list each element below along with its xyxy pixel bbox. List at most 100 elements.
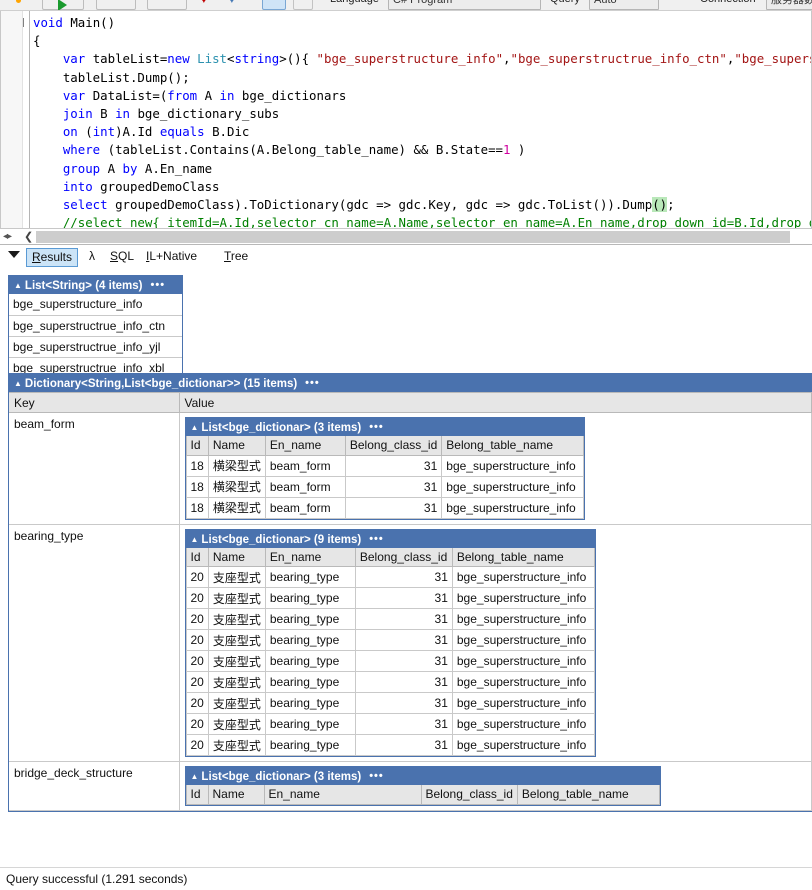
split-arrows-icon[interactable]: ◂▸	[3, 231, 11, 243]
collapse-caret-icon[interactable]	[8, 251, 20, 258]
tab--[interactable]: λ	[85, 248, 99, 265]
column-header-name[interactable]: Name	[208, 785, 264, 804]
columns-icon[interactable]	[293, 0, 313, 10]
cell-belong_table_name: bge_superstructure_info	[452, 714, 594, 735]
column-header-belong_class_id[interactable]: Belong_class_id	[345, 436, 441, 455]
dictionary-key: bearing_type	[9, 524, 179, 762]
dictionary-column-value[interactable]: Value	[179, 393, 812, 413]
dictionary-title: Dictionary<String,List<bge_dictionar>> (…	[25, 378, 297, 390]
dictionary-column-key[interactable]: Key	[9, 393, 179, 413]
column-header-en_name[interactable]: En_name	[264, 785, 421, 804]
code-token: groupedDemoClass).ToDictionary(gdc => gd…	[108, 197, 653, 212]
grid-icon[interactable]	[262, 0, 286, 10]
collapse-triangle-icon[interactable]: ▲	[14, 375, 22, 393]
inner-header-row: IdNameEn_nameBelong_class_idBelong_table…	[186, 785, 659, 804]
cancel-button[interactable]	[147, 0, 187, 10]
inner-list-panel: ▲List<bge_dictionar> (3 items)•••IdNameE…	[185, 417, 586, 520]
scrollbar-thumb[interactable]	[36, 231, 790, 243]
table-row[interactable]: 20支座型式bearing_type31bge_superstructure_i…	[186, 672, 594, 693]
code-line: select groupedDemoClass).ToDictionary(gd…	[23, 196, 811, 214]
table-row[interactable]: 18横梁型式beam_form31bge_superstructure_info	[186, 476, 584, 497]
cell-id: 18	[186, 497, 208, 518]
table-row[interactable]: 20支座型式bearing_type31bge_superstructure_i…	[186, 567, 594, 588]
more-options-icon[interactable]: •••	[151, 276, 166, 294]
cell-en_name: beam_form	[265, 455, 345, 476]
cell-id: 20	[186, 567, 208, 588]
collapse-triangle-icon[interactable]: ▲	[191, 531, 199, 549]
column-header-belong_table_name[interactable]: Belong_table_name	[517, 785, 659, 804]
results-pane[interactable]: ▲List<String> (4 items)••• bge_superstru…	[0, 270, 812, 840]
column-header-en_name[interactable]: En_name	[265, 436, 345, 455]
dictionary-header-row: KeyValue	[9, 393, 812, 413]
column-header-name[interactable]: Name	[208, 548, 265, 567]
table-row[interactable]: bridge_deck_structure▲List<bge_dictionar…	[9, 762, 812, 811]
more-options-icon[interactable]: •••	[369, 530, 384, 548]
collapse-triangle-icon[interactable]: ▲	[191, 419, 199, 437]
language-select[interactable]: C# Program	[388, 0, 541, 10]
table-row[interactable]: beam_form▲List<bge_dictionar> (3 items)•…	[9, 413, 812, 525]
cell-en_name: bearing_type	[265, 588, 355, 609]
cell-en_name: beam_form	[265, 497, 345, 518]
table-row[interactable]: 18横梁型式beam_form31bge_superstructure_info	[186, 497, 584, 518]
editor-horizontal-scrollbar[interactable]: ◂▸ ❮	[0, 229, 812, 245]
tab-sql[interactable]: SQL	[106, 248, 138, 265]
column-header-id[interactable]: Id	[186, 785, 208, 804]
table-row[interactable]: 20支座型式bearing_type31bge_superstructure_i…	[186, 735, 594, 756]
inner-list-header[interactable]: ▲List<bge_dictionar> (3 items)•••	[186, 418, 585, 436]
more-options-icon[interactable]: •••	[369, 767, 384, 785]
cell-en_name: bearing_type	[265, 651, 355, 672]
column-header-belong_table_name[interactable]: Belong_table_name	[442, 436, 584, 455]
column-header-belong_table_name[interactable]: Belong_table_name	[452, 548, 594, 567]
string-list-header[interactable]: ▲List<String> (4 items)•••	[9, 276, 182, 294]
table-row[interactable]: 18横梁型式beam_form31bge_superstructure_info	[186, 455, 584, 476]
scroll-left-icon[interactable]: ❮	[24, 230, 33, 244]
collapse-triangle-icon[interactable]: ▲	[14, 277, 22, 295]
list-item[interactable]: bge_superstructure_info	[9, 294, 182, 315]
cell-name: 支座型式	[208, 588, 265, 609]
collapse-triangle-icon[interactable]: ▲	[191, 768, 199, 786]
cell-en_name: bearing_type	[265, 672, 355, 693]
stop-button[interactable]	[96, 0, 136, 10]
code-text[interactable]: −void Main(){ var tableList=new List<str…	[23, 11, 811, 228]
table-row[interactable]: 20支座型式bearing_type31bge_superstructure_i…	[186, 630, 594, 651]
column-header-id[interactable]: Id	[186, 548, 208, 567]
table-row[interactable]: bearing_type ▲List<bge_dictionar> (9 item…	[9, 524, 812, 762]
linq-icon[interactable]: ♥	[200, 0, 208, 10]
scrollbar-track[interactable]	[36, 231, 790, 243]
column-header-belong_class_id[interactable]: Belong_class_id	[355, 548, 452, 567]
code-token: A	[100, 161, 122, 176]
code-token	[33, 197, 63, 212]
tab-results[interactable]: Results	[26, 248, 78, 267]
run-icon	[58, 0, 67, 11]
tab-il-native[interactable]: IL+Native	[142, 248, 201, 265]
query-select[interactable]: Auto	[589, 0, 659, 10]
table-row[interactable]: 20支座型式bearing_type31bge_superstructure_i…	[186, 651, 594, 672]
code-token: )A.Id	[115, 124, 160, 139]
inner-list-header[interactable]: ▲List<bge_dictionar> (9 items)•••	[186, 530, 595, 548]
inner-list-header[interactable]: ▲List<bge_dictionar> (3 items)•••	[186, 767, 660, 785]
lambda-icon[interactable]: ♥	[228, 0, 236, 10]
column-header-id[interactable]: Id	[186, 436, 208, 455]
table-row[interactable]: 20支座型式bearing_type31bge_superstructure_i…	[186, 588, 594, 609]
code-token: groupedDemoClass	[93, 179, 220, 194]
code-token: bge_dictionary_subs	[130, 106, 279, 121]
tab-tree[interactable]: Tree	[220, 248, 252, 265]
fold-toggle-icon[interactable]: −	[23, 18, 24, 27]
dictionary-header[interactable]: ▲Dictionary<String,List<bge_dictionar>> …	[9, 374, 812, 392]
table-row[interactable]: 20支座型式bearing_type31bge_superstructure_i…	[186, 693, 594, 714]
column-header-name[interactable]: Name	[208, 436, 265, 455]
more-options-icon[interactable]: •••	[369, 418, 384, 436]
code-editor[interactable]: −void Main(){ var tableList=new List<str…	[0, 11, 812, 229]
code-token: ()	[652, 197, 667, 212]
code-token: List	[197, 51, 227, 66]
more-options-icon[interactable]: •••	[305, 374, 320, 392]
table-row[interactable]: 20支座型式bearing_type31bge_superstructure_i…	[186, 714, 594, 735]
connection-select[interactable]: 服务器数据库 ▼	[766, 0, 812, 10]
list-item[interactable]: bge_superstructrue_info_yjl	[9, 336, 182, 357]
code-token	[33, 124, 63, 139]
list-item[interactable]: bge_superstructrue_info_ctn	[9, 315, 182, 336]
cell-en_name: bearing_type	[265, 630, 355, 651]
table-row[interactable]: 20支座型式bearing_type31bge_superstructure_i…	[186, 609, 594, 630]
column-header-en_name[interactable]: En_name	[265, 548, 355, 567]
column-header-belong_class_id[interactable]: Belong_class_id	[421, 785, 517, 804]
